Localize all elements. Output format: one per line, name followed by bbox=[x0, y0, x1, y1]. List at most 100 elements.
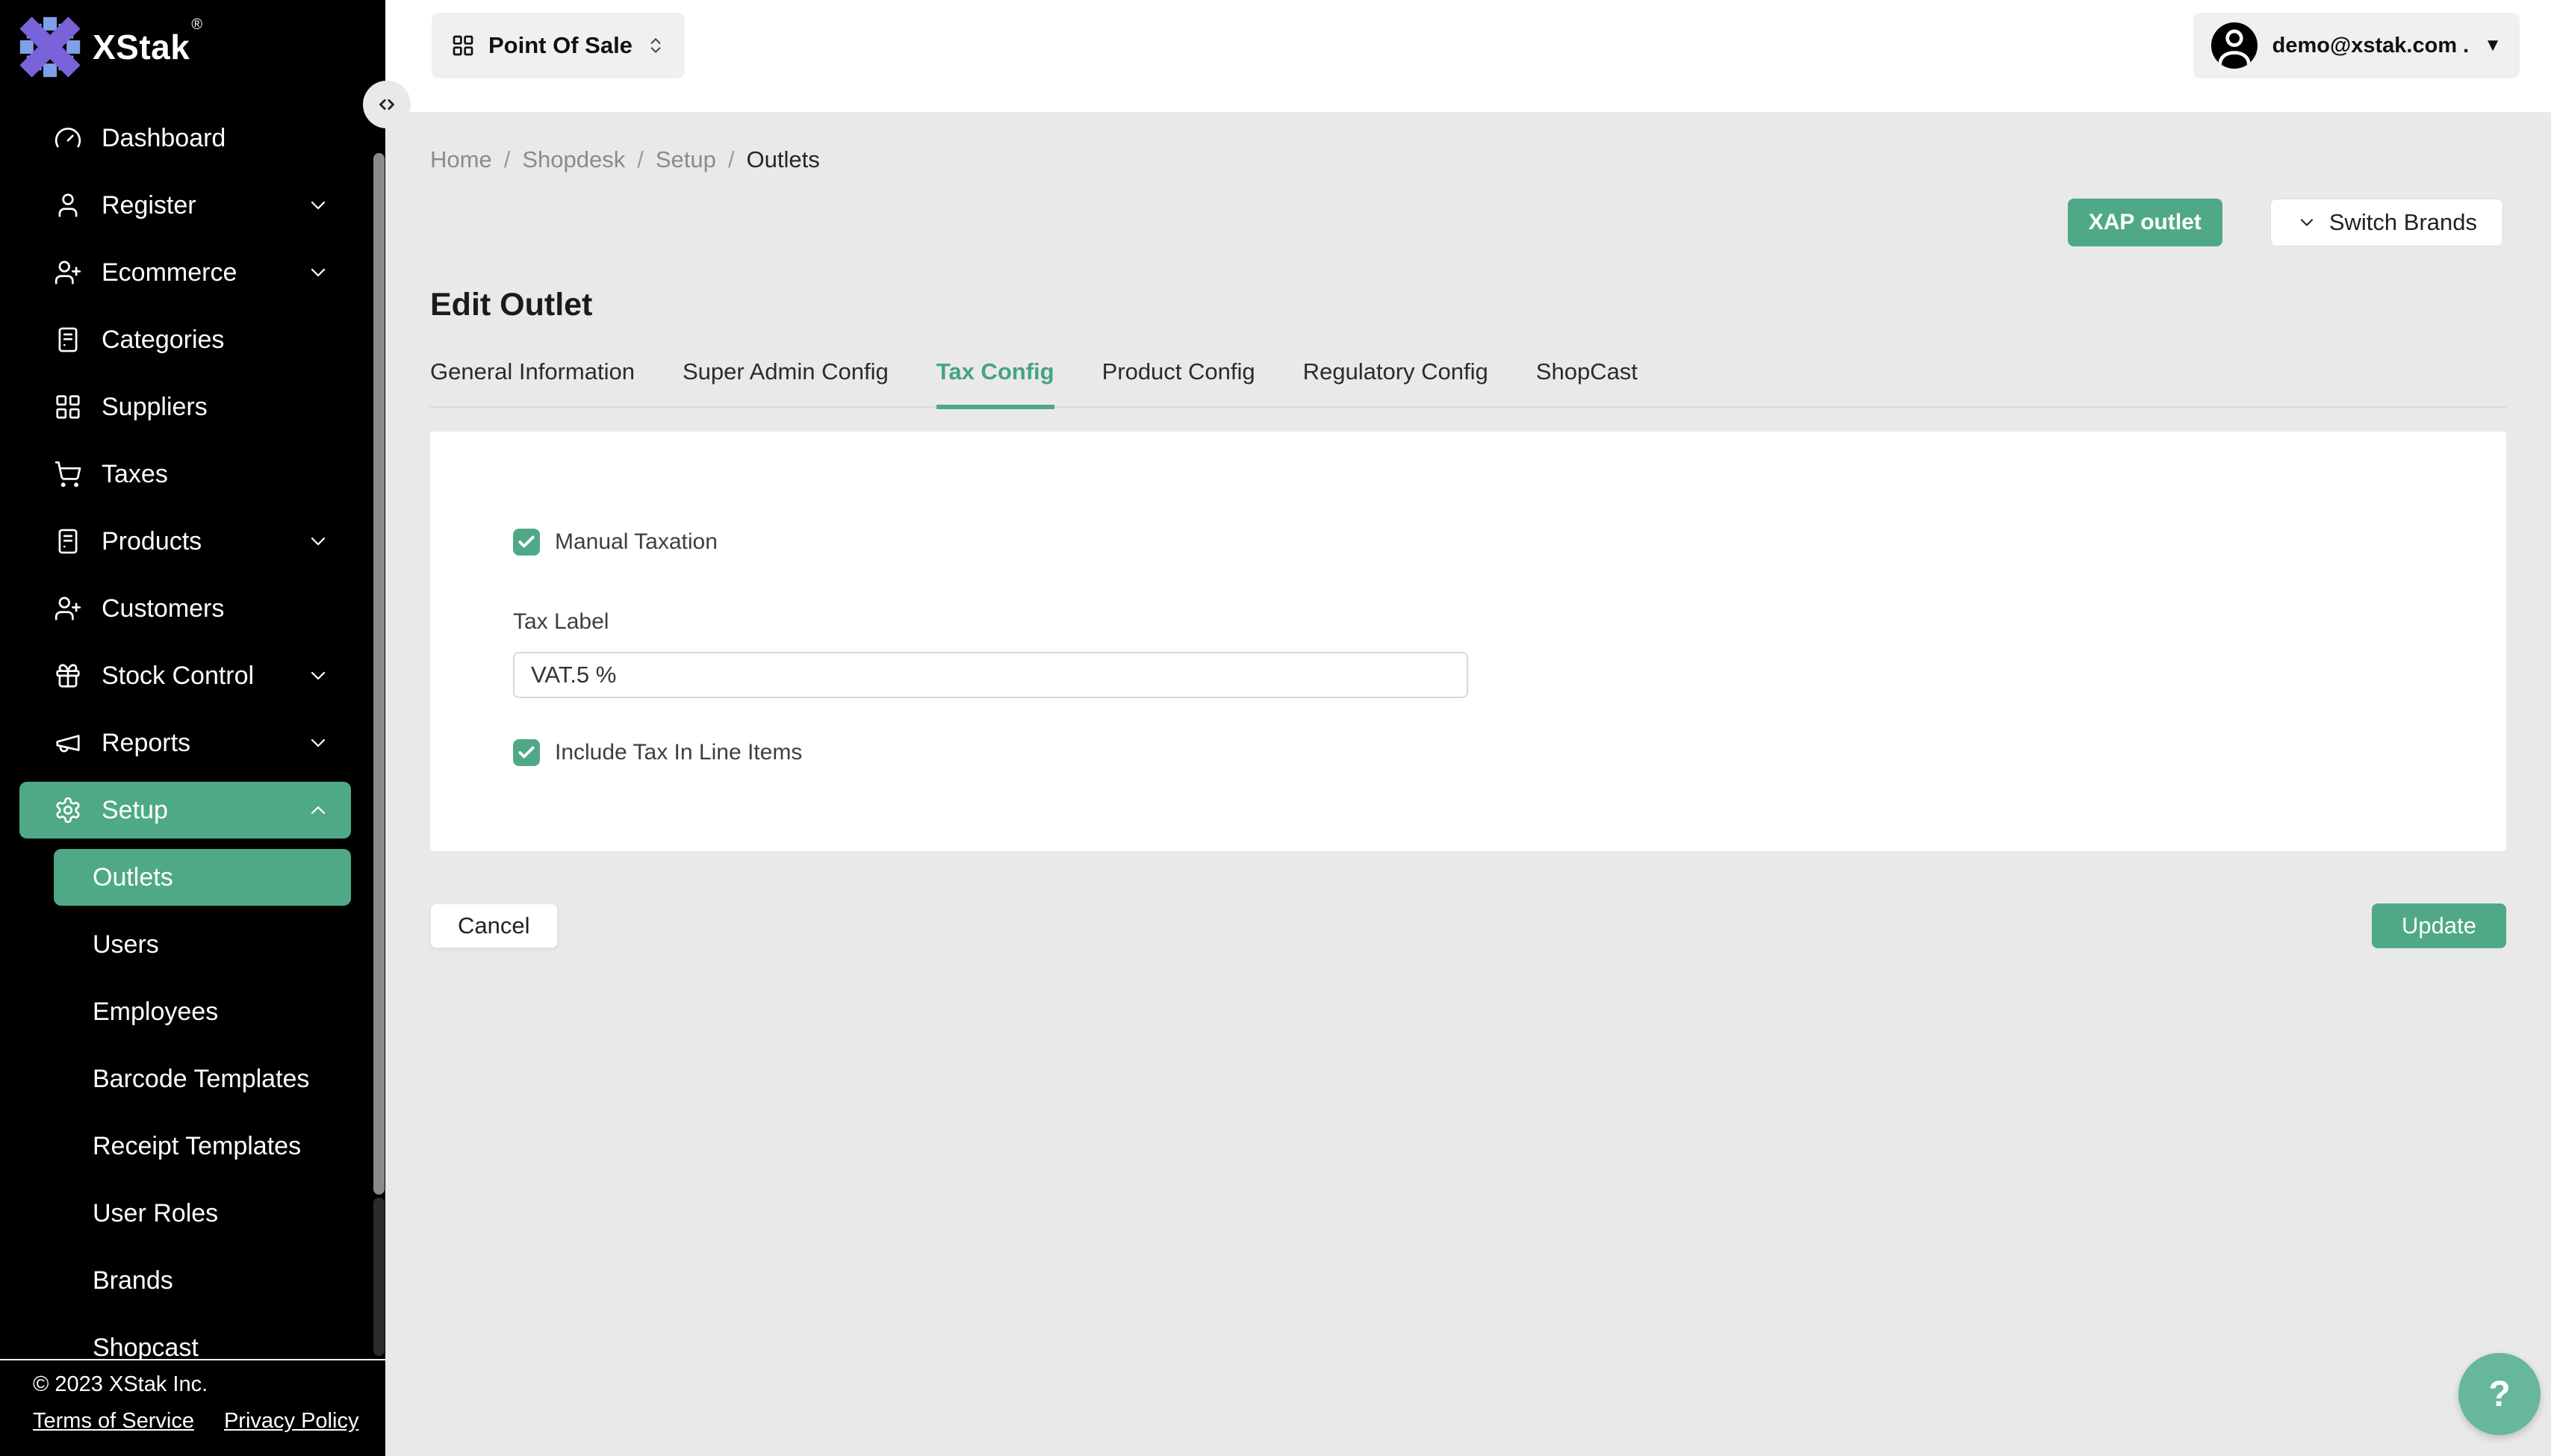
tab-product-config[interactable]: Product Config bbox=[1102, 358, 1255, 406]
sidebar-scrollbar-track-end[interactable] bbox=[373, 1198, 385, 1356]
sidebar-item-label: Customers bbox=[102, 594, 224, 623]
chevron-up-icon bbox=[306, 798, 330, 822]
brand-logo[interactable]: XStak® bbox=[19, 16, 201, 78]
terms-of-service-link[interactable]: Terms of Service bbox=[33, 1409, 194, 1434]
sidebar-item-label: Barcode Templates bbox=[93, 1065, 309, 1094]
tab-regulatory-config[interactable]: Regulatory Config bbox=[1303, 358, 1488, 406]
chevron-down-icon bbox=[306, 664, 330, 688]
sidebar-item-receipt-templates[interactable]: Receipt Templates bbox=[0, 1113, 385, 1180]
sidebar-item-categories[interactable]: Categories bbox=[0, 306, 385, 373]
sidebar-item-suppliers[interactable]: Suppliers bbox=[0, 373, 385, 441]
sidebar-item-brands[interactable]: Brands bbox=[0, 1247, 385, 1314]
sidebar-item-label: Register bbox=[102, 191, 196, 220]
tab-super-admin-config[interactable]: Super Admin Config bbox=[683, 358, 889, 406]
workspace-label: Point Of Sale bbox=[488, 32, 633, 59]
copyright-text: © 2023 XStak Inc. bbox=[33, 1372, 385, 1397]
include-tax-checkbox[interactable] bbox=[513, 739, 540, 766]
breadcrumb-outlets: Outlets bbox=[746, 146, 819, 173]
server-icon bbox=[54, 326, 82, 354]
breadcrumb-shopdesk[interactable]: Shopdesk bbox=[522, 146, 625, 173]
manual-taxation-checkbox[interactable] bbox=[513, 529, 540, 556]
user-icon bbox=[54, 191, 82, 220]
caret-down-icon: ▼ bbox=[2484, 35, 2502, 56]
sidebar-collapse-toggle[interactable] bbox=[363, 81, 411, 128]
sidebar-item-label: Dashboard bbox=[102, 124, 226, 153]
include-tax-label: Include Tax In Line Items bbox=[555, 740, 802, 765]
sidebar-item-label: Products bbox=[102, 527, 202, 556]
chevron-down-icon bbox=[306, 261, 330, 284]
tab-tax-config[interactable]: Tax Config bbox=[936, 358, 1054, 409]
privacy-policy-link[interactable]: Privacy Policy bbox=[224, 1409, 359, 1434]
sidebar-item-label: Brands bbox=[93, 1266, 173, 1295]
sidebar-item-dashboard[interactable]: Dashboard bbox=[0, 105, 385, 172]
sidebar: XStak® Dashboard Register Ecommerce Cate… bbox=[0, 0, 385, 1456]
sidebar-item-products[interactable]: Products bbox=[0, 508, 385, 575]
manual-taxation-label: Manual Taxation bbox=[555, 529, 718, 555]
page-actions: XAP outlet Switch Brands bbox=[2068, 199, 2503, 246]
sidebar-item-label: Outlets bbox=[93, 863, 173, 892]
cancel-button[interactable]: Cancel bbox=[430, 903, 558, 948]
sidebar-item-employees[interactable]: Employees bbox=[0, 978, 385, 1045]
topbar: Point Of Sale demo@xstak.com . ▼ bbox=[385, 0, 2551, 112]
sidebar-item-label: Shopcast bbox=[93, 1334, 199, 1363]
grid-icon bbox=[54, 393, 82, 421]
sidebar-item-outlets[interactable]: Outlets bbox=[0, 844, 385, 911]
sidebar-item-stock-control[interactable]: Stock Control bbox=[0, 642, 385, 709]
sidebar-item-label: Ecommerce bbox=[102, 258, 237, 287]
tab-general-information[interactable]: General Information bbox=[430, 358, 635, 406]
user-menu[interactable]: demo@xstak.com . ▼ bbox=[2193, 13, 2520, 78]
sidebar-footer: © 2023 XStak Inc. Terms of Service Priva… bbox=[0, 1359, 385, 1456]
sidebar-item-label: Reports bbox=[102, 729, 190, 758]
breadcrumb-separator: / bbox=[728, 146, 735, 173]
help-button[interactable]: ? bbox=[2458, 1353, 2541, 1435]
server-icon bbox=[54, 527, 82, 556]
sidebar-item-register[interactable]: Register bbox=[0, 172, 385, 239]
user-email: demo@xstak.com . bbox=[2272, 34, 2470, 58]
update-button[interactable]: Update bbox=[2372, 903, 2506, 948]
brand-name: XStak bbox=[93, 28, 190, 66]
chevron-down-icon bbox=[306, 731, 330, 755]
sidebar-item-label: Taxes bbox=[102, 460, 168, 489]
sidebar-item-label: Stock Control bbox=[102, 662, 254, 691]
switch-brands-button[interactable]: Switch Brands bbox=[2270, 199, 2503, 246]
breadcrumb-separator: / bbox=[637, 146, 644, 173]
sidebar-item-label: Employees bbox=[93, 998, 218, 1027]
breadcrumb-separator: / bbox=[504, 146, 511, 173]
check-icon bbox=[517, 532, 536, 552]
xstak-logo-icon bbox=[19, 16, 81, 78]
sidebar-item-taxes[interactable]: Taxes bbox=[0, 441, 385, 508]
tax-config-panel: Manual Taxation Tax Label Include Tax In… bbox=[430, 432, 2506, 851]
sidebar-item-label: Suppliers bbox=[102, 393, 208, 422]
chevron-down-icon bbox=[306, 193, 330, 217]
avatar bbox=[2211, 22, 2258, 69]
sidebar-item-label: Receipt Templates bbox=[93, 1132, 301, 1161]
sidebar-item-reports[interactable]: Reports bbox=[0, 709, 385, 777]
sidebar-item-ecommerce[interactable]: Ecommerce bbox=[0, 239, 385, 306]
gauge-icon bbox=[54, 124, 82, 152]
sidebar-item-setup[interactable]: Setup bbox=[0, 777, 385, 844]
megaphone-icon bbox=[54, 729, 82, 757]
include-tax-row: Include Tax In Line Items bbox=[513, 739, 802, 766]
sidebar-nav: Dashboard Register Ecommerce Categories … bbox=[0, 105, 385, 1381]
breadcrumb-setup[interactable]: Setup bbox=[656, 146, 716, 173]
sidebar-item-customers[interactable]: Customers bbox=[0, 575, 385, 642]
cart-icon bbox=[54, 460, 82, 488]
sidebar-item-users[interactable]: Users bbox=[0, 911, 385, 978]
sidebar-item-label: Setup bbox=[102, 796, 168, 825]
app-root: XStak® Dashboard Register Ecommerce Cate… bbox=[0, 0, 2551, 1456]
tab-shopcast[interactable]: ShopCast bbox=[1536, 358, 1638, 406]
sidebar-item-user-roles[interactable]: User Roles bbox=[0, 1180, 385, 1247]
workspace-selector[interactable]: Point Of Sale bbox=[432, 13, 685, 78]
registered-mark: ® bbox=[191, 16, 202, 33]
breadcrumb-home[interactable]: Home bbox=[430, 146, 492, 173]
sidebar-item-label: Users bbox=[93, 930, 159, 959]
user-plus-icon bbox=[54, 594, 82, 623]
breadcrumb: Home / Shopdesk / Setup / Outlets bbox=[430, 146, 820, 173]
sidebar-item-label: User Roles bbox=[93, 1199, 218, 1228]
sidebar-item-barcode-templates[interactable]: Barcode Templates bbox=[0, 1045, 385, 1113]
apps-grid-icon bbox=[451, 34, 475, 57]
tax-label-field-label: Tax Label bbox=[513, 609, 609, 635]
manual-taxation-row: Manual Taxation bbox=[513, 529, 718, 556]
sidebar-scrollbar-thumb[interactable] bbox=[373, 153, 385, 1195]
tax-label-input[interactable] bbox=[513, 652, 1468, 698]
